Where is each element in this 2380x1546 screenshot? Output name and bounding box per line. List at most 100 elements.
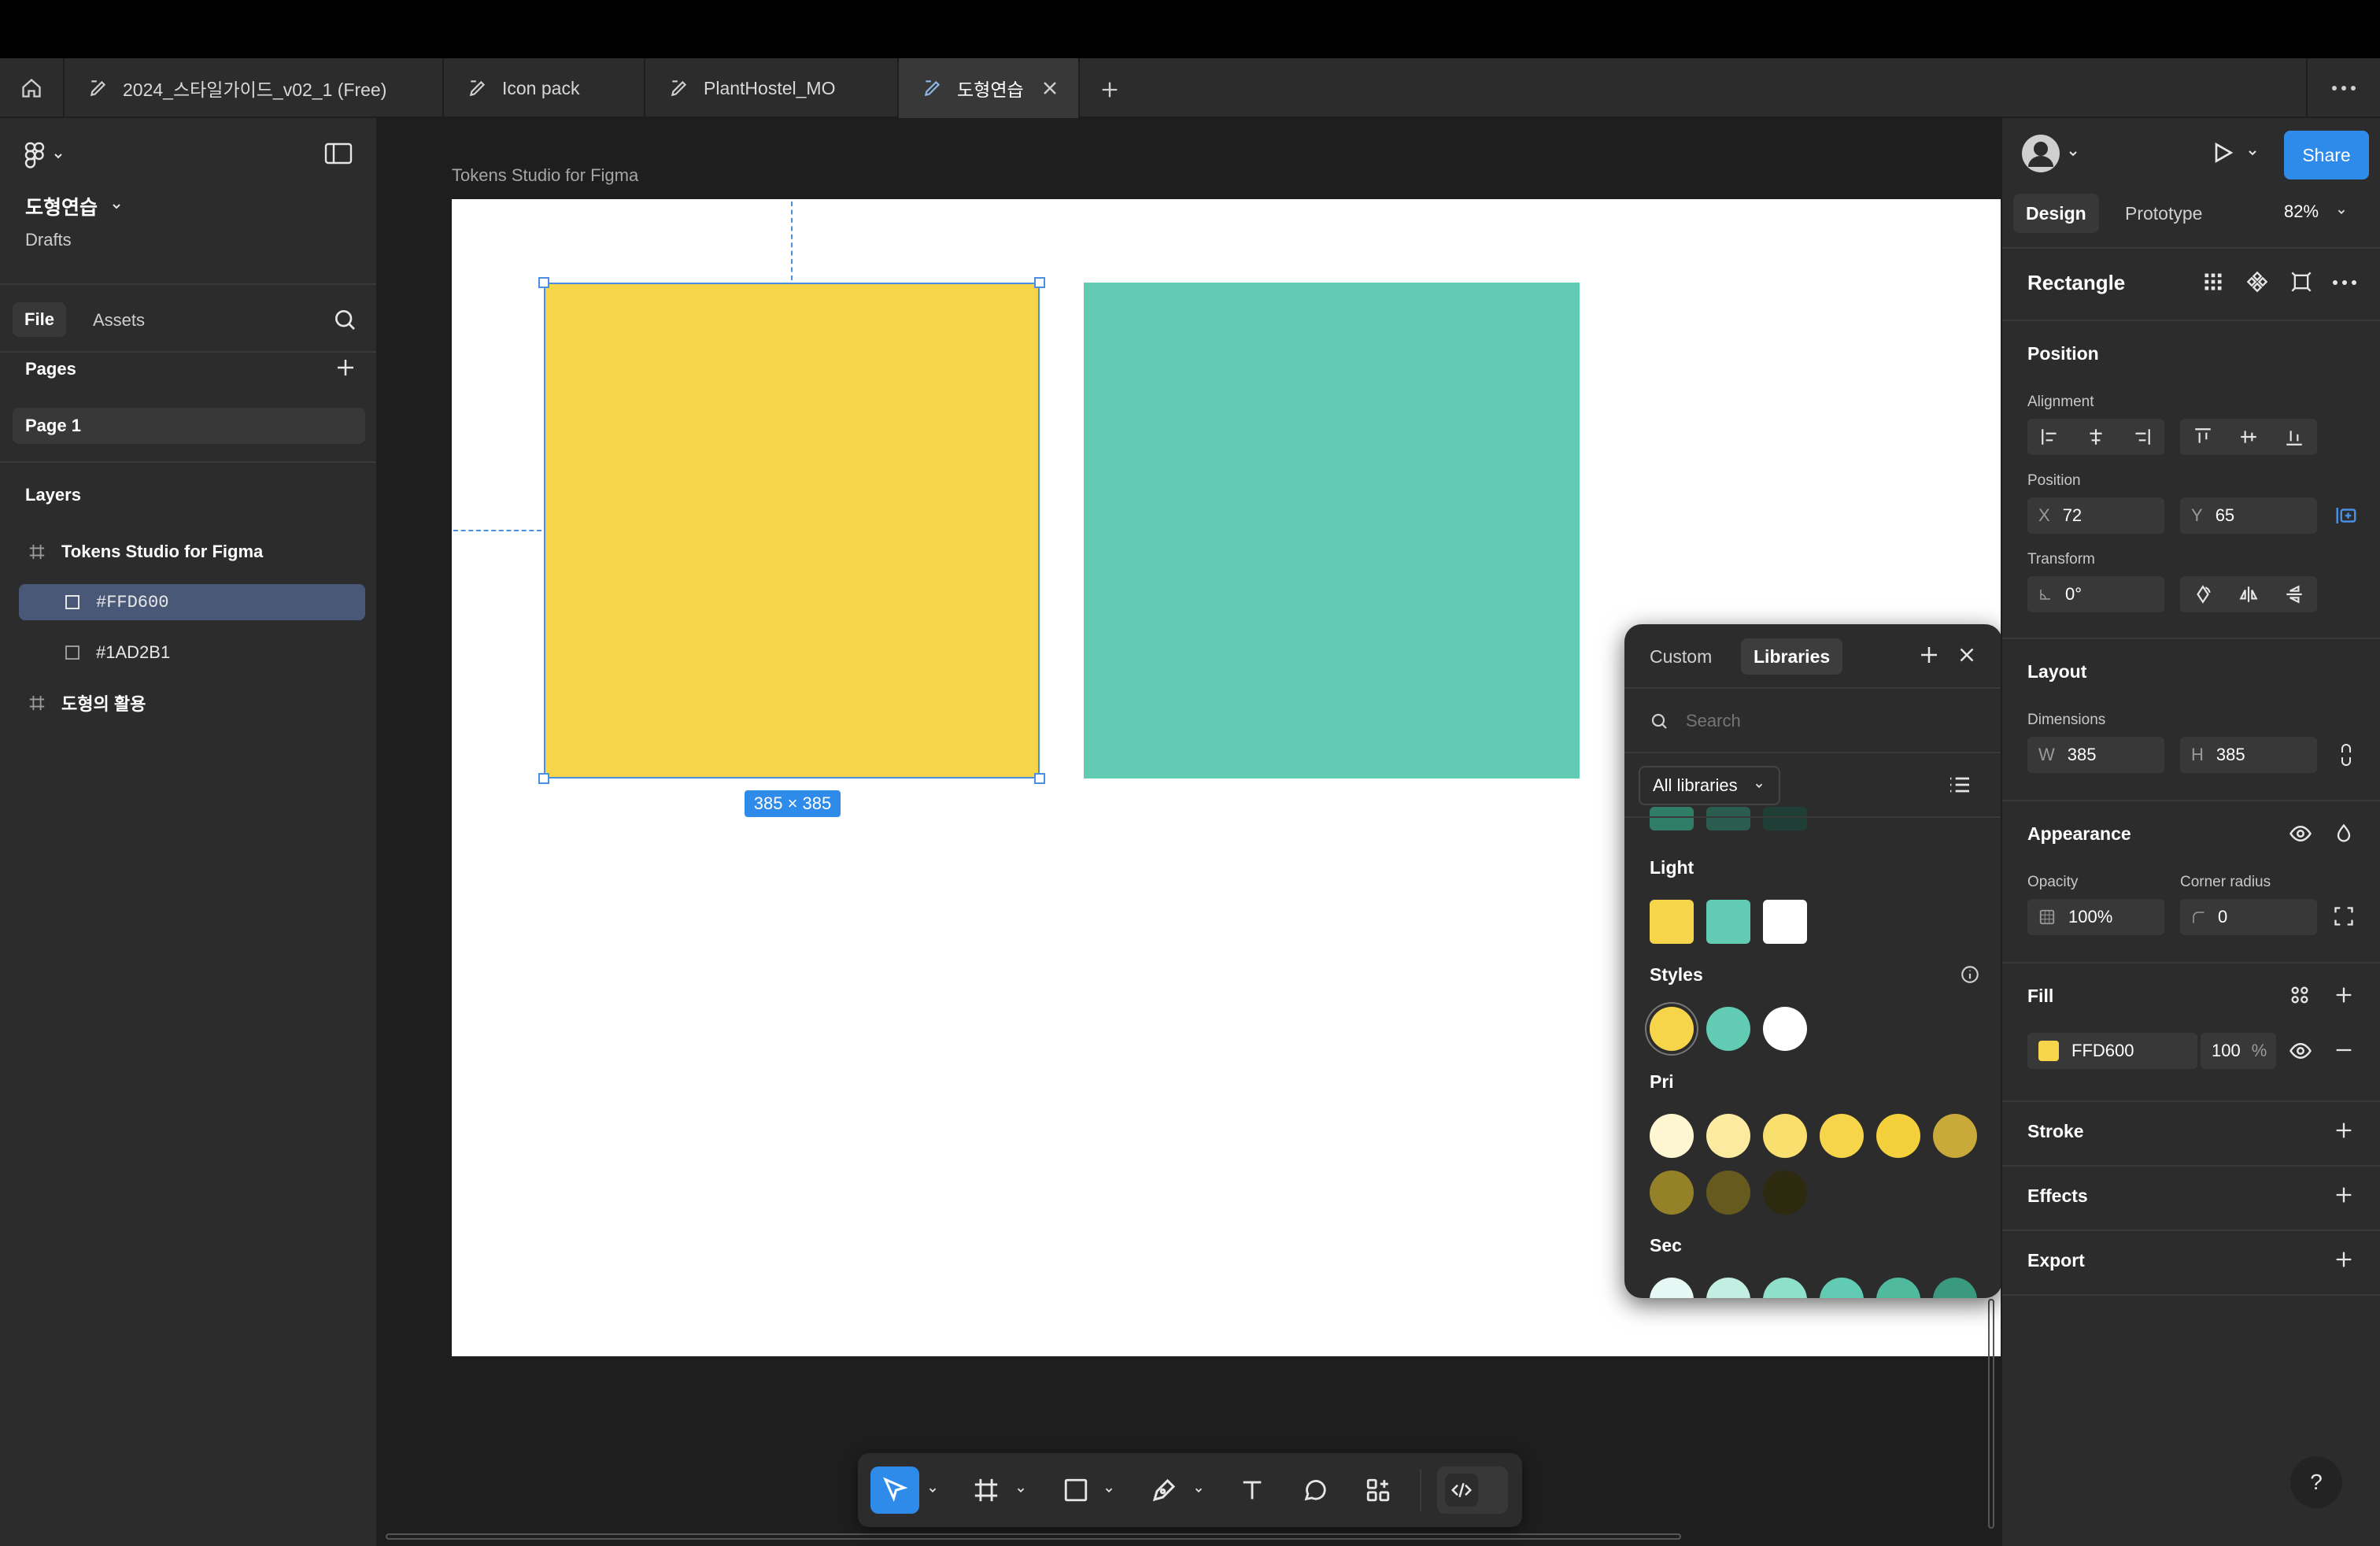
add-export-button[interactable]: [2333, 1248, 2355, 1270]
x-input[interactable]: X 72: [2027, 497, 2164, 534]
rectangle-green[interactable]: [1084, 283, 1580, 779]
remove-fill-button[interactable]: [2333, 1039, 2355, 1061]
frame-tool[interactable]: [966, 1466, 1006, 1514]
present-button[interactable]: [2210, 140, 2259, 165]
rotation-input[interactable]: 0°: [2027, 576, 2164, 612]
fill-opacity-input[interactable]: 100 %: [2201, 1033, 2276, 1069]
align-right-icon[interactable]: [2131, 427, 2152, 447]
color-swatch[interactable]: [1706, 900, 1750, 944]
width-input[interactable]: W 385: [2027, 737, 2164, 773]
move-tool[interactable]: [870, 1466, 919, 1514]
resize-handle[interactable]: [1034, 773, 1045, 784]
more-button[interactable]: [2331, 279, 2358, 287]
dev-mode-toggle[interactable]: [1437, 1466, 1508, 1514]
frame-label[interactable]: Tokens Studio for Figma: [452, 165, 638, 186]
align-left-icon[interactable]: [2040, 427, 2060, 447]
opacity-input[interactable]: 100%: [2027, 899, 2164, 935]
resize-handle[interactable]: [538, 773, 549, 784]
search-button[interactable]: [332, 307, 357, 332]
fill-color-input[interactable]: FFD600: [2027, 1033, 2197, 1069]
pen-tool-menu[interactable]: [1190, 1466, 1207, 1514]
color-swatch[interactable]: [1650, 900, 1694, 944]
flip-vertical-icon[interactable]: [2284, 584, 2304, 605]
grid-button[interactable]: [2202, 271, 2224, 293]
tab-design[interactable]: Design: [2013, 194, 2099, 233]
color-swatch[interactable]: [1650, 1114, 1694, 1158]
color-swatch[interactable]: [1763, 1114, 1807, 1158]
resize-button[interactable]: [2290, 271, 2312, 293]
close-button[interactable]: [1955, 643, 1979, 667]
tab-planthostel[interactable]: PlantHostel_MO: [645, 58, 899, 118]
color-swatch[interactable]: [1706, 1278, 1750, 1298]
zoom-dropdown[interactable]: 82%: [2284, 202, 2347, 222]
tab-assets[interactable]: Assets: [93, 310, 145, 331]
align-center-vertical-icon[interactable]: [2238, 427, 2259, 447]
close-icon[interactable]: [1039, 77, 1061, 99]
new-tab-button[interactable]: [1094, 74, 1125, 105]
layer-frame[interactable]: Tokens Studio for Figma: [19, 534, 365, 570]
color-swatch[interactable]: [1763, 1278, 1807, 1298]
library-filter-dropdown[interactable]: All libraries: [1639, 766, 1780, 805]
color-swatch[interactable]: [1933, 1114, 1977, 1158]
move-tool-menu[interactable]: [924, 1466, 941, 1514]
visibility-button[interactable]: [2289, 822, 2312, 845]
frame-tool-menu[interactable]: [1012, 1466, 1029, 1514]
fill-styles-button[interactable]: [2289, 984, 2311, 1006]
height-input[interactable]: H 385: [2180, 737, 2317, 773]
color-swatch[interactable]: [1650, 807, 1694, 830]
account-button[interactable]: [2021, 134, 2079, 173]
color-swatch[interactable]: [1876, 1278, 1920, 1298]
add-page-button[interactable]: [334, 356, 357, 379]
rotate-icon[interactable]: [2193, 584, 2213, 605]
vertical-scrollbar[interactable]: [1988, 1299, 1994, 1529]
shape-tool-menu[interactable]: [1100, 1466, 1118, 1514]
constraints-button[interactable]: [2334, 504, 2358, 527]
file-name-button[interactable]: 도형연습: [25, 192, 123, 220]
resize-handle[interactable]: [1034, 277, 1045, 288]
search-row[interactable]: [1650, 703, 1980, 739]
color-swatch[interactable]: [1706, 1007, 1750, 1051]
layer-rect-selected[interactable]: #FFD600: [19, 584, 365, 620]
color-swatch[interactable]: [1650, 1278, 1694, 1298]
blend-mode-button[interactable]: [2333, 822, 2355, 845]
help-button[interactable]: ?: [2290, 1456, 2342, 1508]
horizontal-scrollbar[interactable]: [386, 1533, 1681, 1540]
tab-file[interactable]: File: [13, 302, 66, 337]
color-swatch[interactable]: [1763, 1171, 1807, 1215]
add-button[interactable]: [1917, 643, 1941, 667]
constrain-proportions-button[interactable]: [2336, 743, 2356, 767]
independent-corners-button[interactable]: [2333, 905, 2355, 927]
add-stroke-button[interactable]: [2333, 1119, 2355, 1141]
color-swatch[interactable]: [1763, 900, 1807, 944]
shape-tool[interactable]: [1056, 1466, 1096, 1514]
color-swatch[interactable]: [1650, 1171, 1694, 1215]
color-swatch[interactable]: [1820, 1114, 1864, 1158]
share-button[interactable]: Share: [2284, 131, 2369, 179]
resize-handle[interactable]: [538, 277, 549, 288]
tab-styleguide[interactable]: 2024_스타일가이드_v02_1 (Free): [65, 58, 444, 118]
layer-rect[interactable]: #1AD2B1: [19, 634, 365, 671]
tab-current[interactable]: 도형연습: [899, 58, 1080, 118]
tab-libraries[interactable]: Libraries: [1741, 638, 1843, 675]
tab-custom[interactable]: Custom: [1637, 638, 1724, 675]
align-center-horizontal-icon[interactable]: [2086, 427, 2106, 447]
color-swatch[interactable]: [1763, 1007, 1807, 1051]
align-top-icon[interactable]: [2193, 427, 2213, 447]
page-item[interactable]: Page 1: [13, 408, 365, 444]
color-swatch[interactable]: [1706, 1114, 1750, 1158]
component-button[interactable]: [2246, 271, 2268, 293]
search-input[interactable]: [1686, 711, 1953, 731]
color-swatch[interactable]: [1650, 1007, 1694, 1051]
color-swatch[interactable]: [1876, 1114, 1920, 1158]
corner-radius-input[interactable]: 0: [2180, 899, 2317, 935]
add-effect-button[interactable]: [2333, 1184, 2355, 1206]
add-fill-button[interactable]: [2333, 984, 2355, 1006]
fill-visibility-button[interactable]: [2289, 1039, 2312, 1063]
home-button[interactable]: [0, 58, 65, 118]
color-swatch[interactable]: [1706, 1171, 1750, 1215]
text-tool[interactable]: [1232, 1466, 1272, 1514]
flip-horizontal-icon[interactable]: [2238, 584, 2259, 605]
color-swatch[interactable]: [1763, 807, 1807, 830]
info-button[interactable]: [1960, 964, 1980, 985]
tab-prototype[interactable]: Prototype: [2125, 203, 2202, 224]
